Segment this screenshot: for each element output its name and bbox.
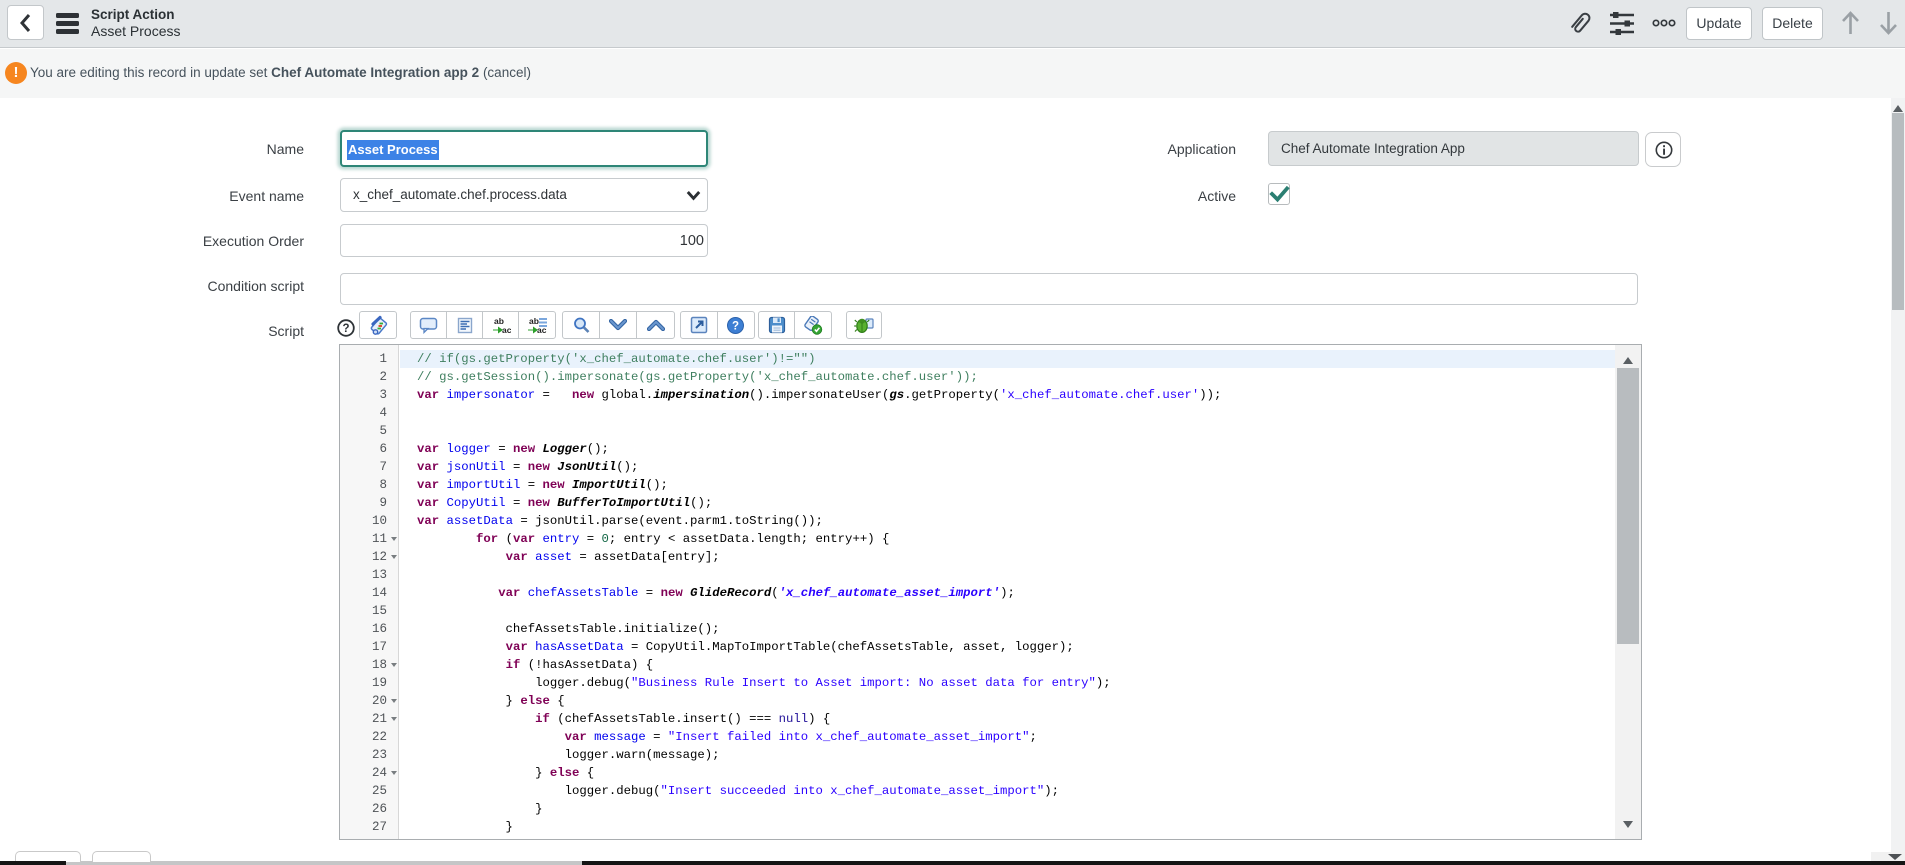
svg-text:ac: ac [502, 325, 511, 335]
svg-text:?: ? [732, 320, 739, 332]
svg-text:?: ? [342, 323, 349, 335]
